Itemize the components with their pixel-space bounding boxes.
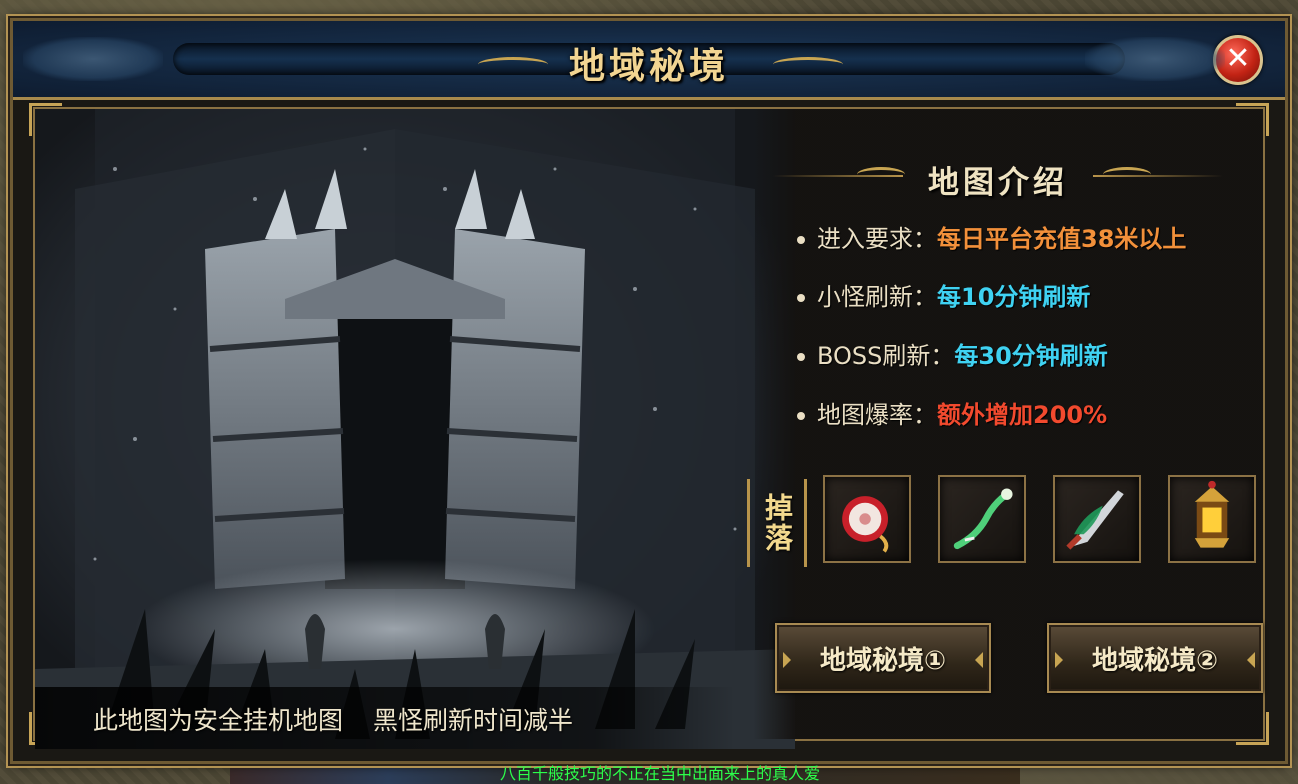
info-label: BOSS刷新： bbox=[817, 342, 955, 370]
green-blade-icon bbox=[1066, 490, 1124, 550]
map-secret-realm-window: 地域秘境 ✕ 此地图为安全挂机地图 黑怪刷新时间减半 地图介绍 进入要求：每日平… bbox=[10, 18, 1288, 764]
info-row-mob-refresh: 小怪刷新：每10分钟刷新 bbox=[797, 279, 1090, 315]
system-message-ticker: 八百千般技巧的不正在当中出面来上的真人爱 bbox=[500, 764, 821, 783]
info-label: 进入要求： bbox=[817, 225, 937, 253]
red-amulet-icon bbox=[842, 496, 889, 553]
close-x-icon: ✕ bbox=[1225, 41, 1251, 76]
caption-refresh-half: 黑怪刷新时间减半 bbox=[373, 706, 574, 735]
info-value: 每30分钟刷新 bbox=[954, 342, 1108, 370]
info-label: 地图爆率： bbox=[817, 401, 937, 429]
section-heading: 地图介绍 bbox=[773, 153, 1223, 201]
map-preview-illustration: 此地图为安全挂机地图 黑怪刷新时间减半 bbox=[35, 109, 795, 749]
caption-safe-map: 此地图为安全挂机地图 bbox=[93, 706, 344, 735]
enter-map-1-button[interactable]: 地域秘境① bbox=[775, 623, 991, 693]
info-row-entry-requirement: 进入要求：每日平台充值38米以上 bbox=[797, 221, 1186, 257]
drop-slot-1[interactable] bbox=[823, 475, 911, 563]
heading-line-right bbox=[1093, 175, 1223, 177]
enter-map-2-button[interactable]: 地域秘境② bbox=[1047, 623, 1263, 693]
close-button[interactable]: ✕ bbox=[1213, 35, 1263, 85]
info-value: 额外增加200% bbox=[937, 401, 1108, 429]
info-value: 每10分钟刷新 bbox=[937, 283, 1091, 311]
window-title: 地域秘境 bbox=[568, 45, 729, 87]
drop-slot-4[interactable] bbox=[1168, 475, 1256, 563]
drop-label: 掉落 bbox=[747, 479, 807, 567]
info-value: 每日平台充值38米以上 bbox=[937, 225, 1187, 253]
window-titlebar: 地域秘境 ✕ bbox=[13, 21, 1285, 100]
scene-caption: 此地图为安全挂机地图 黑怪刷新时间减半 bbox=[93, 701, 573, 737]
bullet-icon bbox=[797, 412, 805, 420]
drop-slot-2[interactable] bbox=[938, 475, 1026, 563]
golden-lantern-icon bbox=[1194, 480, 1230, 548]
drop-slot-3[interactable] bbox=[1053, 475, 1141, 563]
info-row-boss-refresh: BOSS刷新：每30分钟刷新 bbox=[797, 338, 1108, 374]
info-label: 小怪刷新： bbox=[817, 283, 937, 311]
bullet-icon bbox=[797, 236, 805, 244]
stone-gate-artwork bbox=[35, 109, 795, 749]
window-content: 此地图为安全挂机地图 黑怪刷新时间减半 地图介绍 进入要求：每日平台充值38米以上… bbox=[29, 103, 1269, 749]
bullet-icon bbox=[797, 294, 805, 302]
section-title: 地图介绍 bbox=[928, 165, 1068, 201]
bullet-icon bbox=[797, 353, 805, 361]
info-row-drop-rate: 地图爆率：额外增加200% bbox=[797, 397, 1107, 433]
jade-staff-icon bbox=[953, 488, 1013, 550]
map-info-panel: 地图介绍 进入要求：每日平台充值38米以上 小怪刷新：每10分钟刷新 BOSS刷… bbox=[747, 109, 1263, 739]
